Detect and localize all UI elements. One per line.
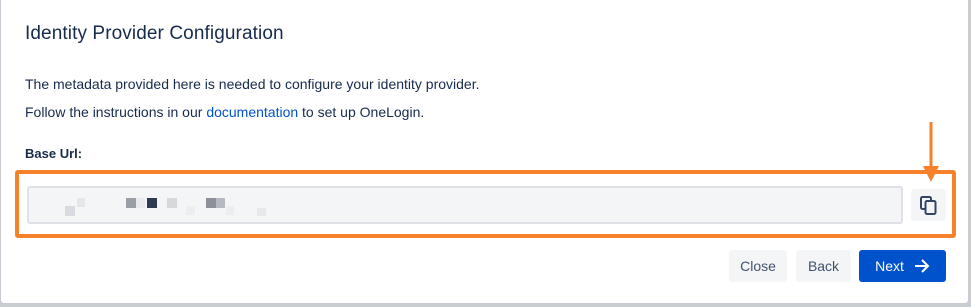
identity-provider-dialog: Identity Provider Configuration The meta… xyxy=(0,0,969,304)
instructions-text-before: Follow the instructions in our xyxy=(25,104,207,120)
base-url-label: Base Url: xyxy=(25,146,83,161)
highlight-box xyxy=(15,170,956,238)
next-button[interactable]: Next xyxy=(859,250,946,282)
close-button-label: Close xyxy=(740,258,776,274)
close-button[interactable]: Close xyxy=(729,250,787,282)
documentation-link[interactable]: documentation xyxy=(206,104,298,120)
description-metadata: The metadata provided here is needed to … xyxy=(25,76,480,92)
description-instructions: Follow the instructions in our documenta… xyxy=(25,104,424,120)
next-button-label: Next xyxy=(875,258,904,274)
arrow-down-icon xyxy=(923,122,939,182)
back-button[interactable]: Back xyxy=(796,250,851,282)
instructions-text-after: to set up OneLogin. xyxy=(298,104,425,120)
arrow-right-icon xyxy=(914,259,930,273)
back-button-label: Back xyxy=(807,258,840,274)
dialog-title: Identity Provider Configuration xyxy=(25,23,284,44)
